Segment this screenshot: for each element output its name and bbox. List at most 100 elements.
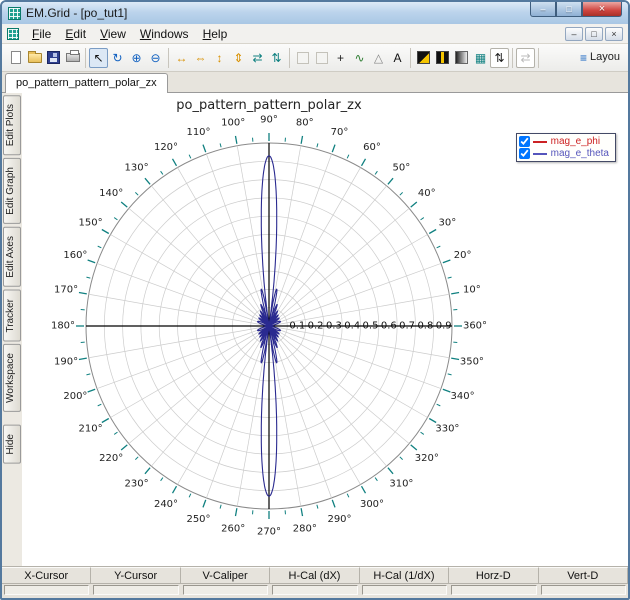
status-value-5	[361, 585, 448, 595]
mdi-restore-button[interactable]: □	[585, 26, 603, 41]
open-button[interactable]	[25, 48, 44, 68]
angle-label: 130°	[125, 163, 149, 174]
text-tool-button[interactable]: A	[388, 48, 407, 68]
tab-po-pattern-pattern-polar-zx[interactable]: po_pattern_pattern_polar_zx	[5, 73, 168, 93]
menu-items: File Edit View Windows Help	[25, 25, 234, 43]
menu-file[interactable]: File	[25, 25, 58, 43]
toolbar-separator	[410, 47, 411, 68]
print-button[interactable]	[63, 48, 82, 68]
status-value-2	[93, 585, 179, 595]
radial-label: 0.6	[381, 321, 397, 332]
status-value-6	[451, 585, 537, 595]
menu-help[interactable]: Help	[196, 25, 235, 43]
angle-tick	[78, 291, 87, 295]
triangle-marker-button[interactable]: △	[369, 48, 388, 68]
mdi-minimize-button[interactable]: –	[565, 26, 583, 41]
sidebar-tab-hide[interactable]: Hide	[3, 425, 21, 464]
sidebar-tab-edit-axes[interactable]: Edit Axes	[3, 227, 21, 287]
fit-vertical-button[interactable]: ⇕	[229, 48, 248, 68]
palette-dark-1-button[interactable]	[414, 48, 433, 68]
add-marker-button[interactable]: +	[331, 48, 350, 68]
app-icon	[8, 6, 21, 20]
sidebar-tab-workspace[interactable]: Workspace	[3, 344, 21, 413]
legend-checkbox-mag-e-theta[interactable]	[518, 148, 530, 159]
polar-chart: po_pattern_pattern_polar_zx 10° 20° 30° 40° 5…	[51, 98, 487, 538]
layout-button[interactable]: ≡ Layou	[576, 48, 624, 68]
angle-label: 40°	[418, 188, 436, 199]
angle-tick	[135, 192, 139, 196]
angle-tick	[442, 259, 451, 264]
new-file-button[interactable]	[6, 48, 25, 68]
menu-windows[interactable]: Windows	[133, 25, 196, 43]
menu-edit[interactable]: Edit	[58, 25, 93, 43]
sidebar-tab-tracker[interactable]: Tracker	[3, 289, 21, 342]
angle-tick	[234, 135, 238, 144]
status-value-3	[182, 585, 269, 595]
option-box-2-button[interactable]	[312, 48, 331, 68]
pointer-tool-button[interactable]: ↖	[89, 47, 108, 68]
main-content: Edit Plots Edit Graph Edit Axes Tracker Work…	[2, 93, 628, 566]
window-controls: – □ ×	[530, 2, 622, 17]
sidebar-tab-edit-graph[interactable]: Edit Graph	[3, 158, 21, 225]
grid-toggle-button[interactable]: ▦	[471, 48, 490, 68]
sidebar-tab-edit-plots[interactable]: Edit Plots	[3, 95, 21, 156]
angle-tick	[442, 388, 451, 393]
angle-tick	[410, 201, 418, 208]
status-value-7	[540, 585, 626, 595]
refresh-button[interactable]: ↻	[108, 48, 127, 68]
angle-tick	[120, 201, 128, 208]
angle-tick	[113, 217, 118, 221]
angle-tick	[451, 291, 460, 295]
axis-stepper-button[interactable]: ⇅	[490, 47, 509, 68]
mdi-close-button[interactable]: ×	[605, 26, 623, 41]
sidebar: Edit Plots Edit Graph Edit Axes Tracker Work…	[2, 93, 22, 566]
angle-label: 340°	[451, 391, 475, 402]
menu-view[interactable]: View	[93, 25, 133, 43]
grid-spoke	[151, 185, 270, 327]
spline-tool-button[interactable]: ∿	[350, 48, 369, 68]
option-box-1-button[interactable]	[293, 48, 312, 68]
palette-dark-2-button[interactable]	[433, 48, 452, 68]
angle-tick	[120, 444, 128, 451]
angle-tick	[188, 493, 192, 498]
angle-tick	[188, 154, 192, 159]
close-button[interactable]: ×	[582, 2, 622, 17]
angle-tick	[135, 456, 139, 460]
expand-vertical-button[interactable]: ↕	[210, 48, 229, 68]
toolbar-separator	[538, 47, 539, 68]
angle-label: 220°	[99, 453, 123, 464]
status-header-vert-d: Vert-D	[538, 567, 628, 584]
angle-tick	[202, 144, 207, 153]
angle-tick	[171, 158, 178, 167]
angle-label: 350°	[460, 356, 484, 367]
angle-tick	[87, 259, 96, 264]
angle-label: 200°	[63, 391, 87, 402]
palette-gradient-button[interactable]	[452, 48, 471, 68]
new-file-icon	[10, 51, 21, 64]
angle-tick	[86, 276, 91, 279]
angle-tick	[171, 485, 178, 494]
status-header-v-caliper: V-Caliper	[180, 567, 271, 584]
angle-tick	[160, 477, 164, 482]
maximize-button[interactable]: □	[556, 2, 582, 17]
grid-spoke	[128, 325, 270, 444]
angle-tick	[202, 499, 207, 508]
legend-line-sample	[532, 152, 547, 155]
zoom-out-button[interactable]: ⊖	[146, 48, 165, 68]
grid-spoke	[128, 208, 270, 327]
save-button[interactable]	[44, 48, 63, 68]
autoscale-y-button[interactable]: ⇅	[267, 48, 286, 68]
fit-horizontal-button[interactable]: ⇔	[191, 48, 210, 68]
angle-label: 330°	[435, 424, 459, 435]
autoscale-x-button[interactable]: ⇄	[248, 48, 267, 68]
angle-tick	[144, 177, 151, 185]
angle-tick	[447, 276, 452, 279]
minimize-button[interactable]: –	[530, 2, 556, 17]
legend-checkbox-mag-e-phi[interactable]	[518, 136, 530, 147]
angle-label: 60°	[363, 142, 381, 153]
pan-tool-button[interactable]: ⇄	[516, 47, 535, 68]
expand-horizontal-button[interactable]: ↔	[172, 48, 191, 68]
angle-tick	[410, 444, 418, 451]
status-value-4	[272, 585, 358, 595]
zoom-in-button[interactable]: ⊕	[127, 48, 146, 68]
